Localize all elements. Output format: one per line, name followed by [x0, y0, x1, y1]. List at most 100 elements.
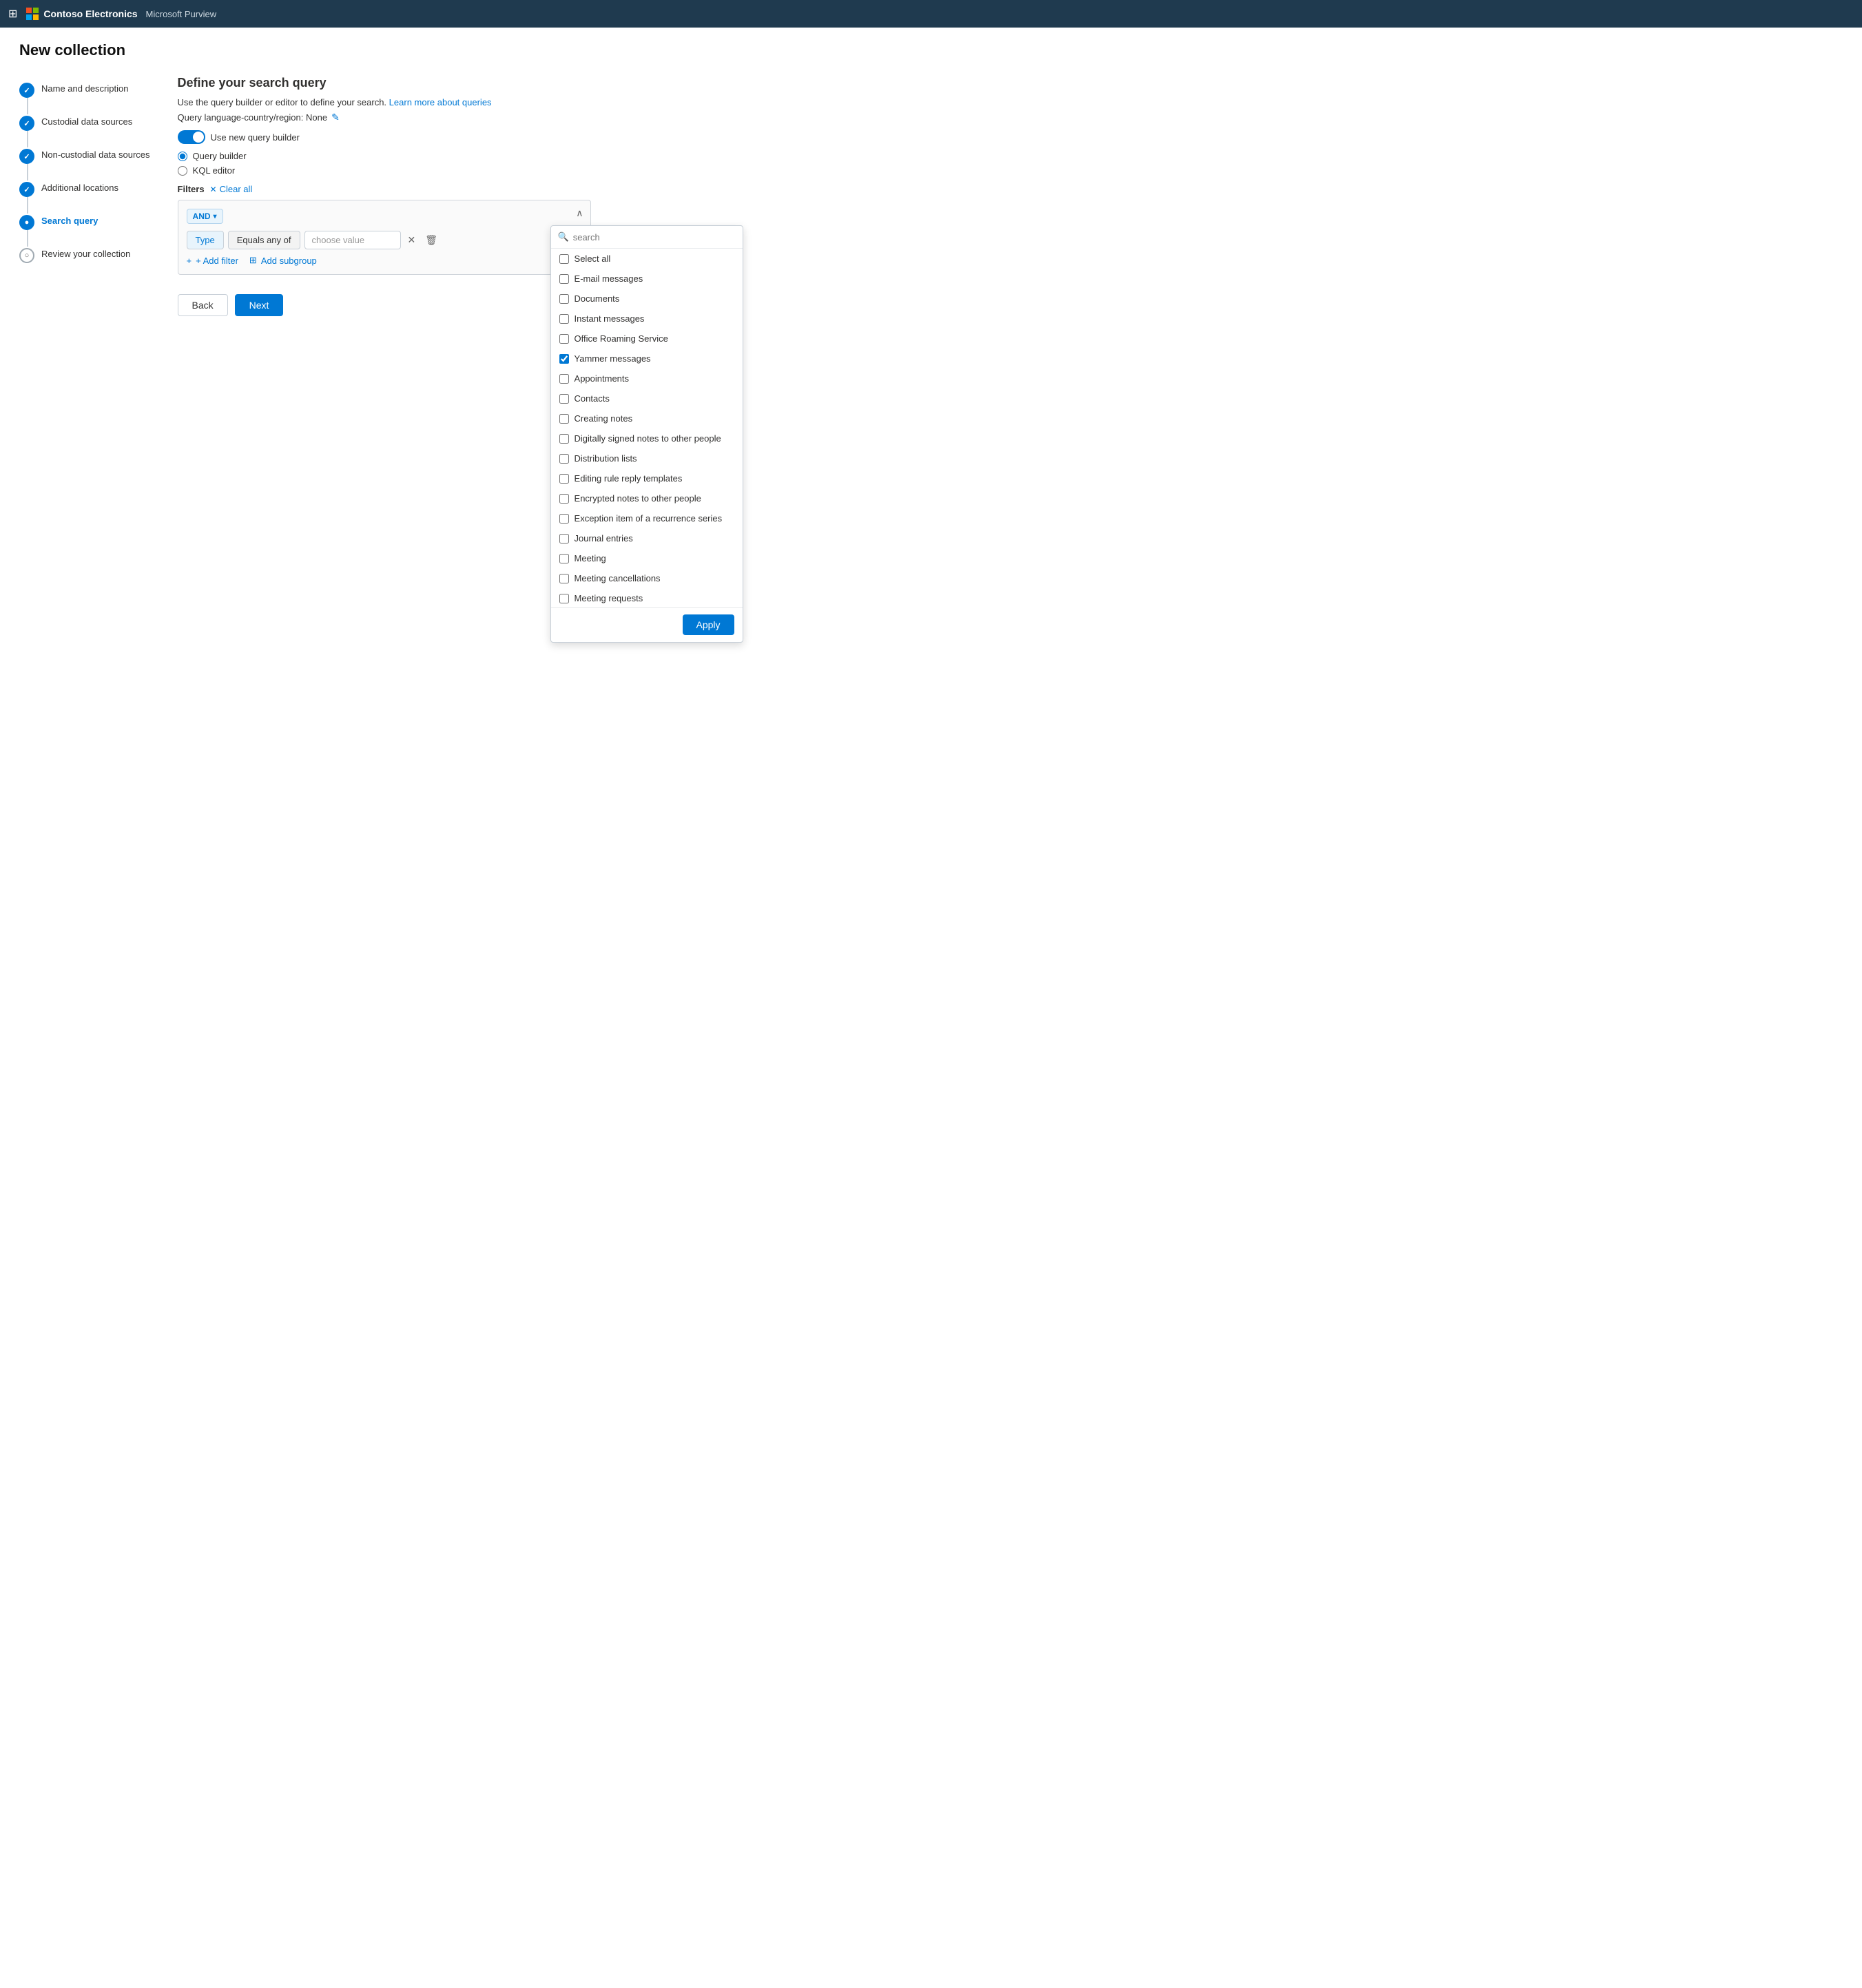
and-badge[interactable]: AND ▾ [187, 209, 223, 224]
page-title: New collection [19, 41, 1843, 59]
add-subgroup-link[interactable]: ⊞ Add subgroup [249, 255, 317, 266]
chevron-down-icon: ▾ [214, 213, 217, 220]
apply-button[interactable]: Apply [683, 614, 734, 635]
dropdown-search-row: 🔍 [551, 226, 743, 249]
step-connector-1 [27, 98, 28, 114]
dropdown-item-label-digitally-signed: Digitally signed notes to other people [575, 433, 721, 444]
radio-query-builder[interactable] [178, 152, 187, 161]
dropdown-item-documents[interactable]: Documents [551, 289, 743, 309]
dropdown-item-journal-entries[interactable]: Journal entries [551, 528, 743, 548]
filter-value-input[interactable]: choose value [304, 231, 401, 249]
back-button[interactable]: Back [178, 294, 228, 316]
step-label-review: Review your collection [41, 247, 130, 259]
page: New collection ✓ Name and description ✓ … [0, 28, 1862, 330]
dropdown-item-label-instant-messages: Instant messages [575, 313, 645, 324]
dropdown-item-label-creating-notes: Creating notes [575, 413, 633, 424]
filter-operator-pill[interactable]: Equals any of [228, 231, 300, 249]
checkbox-journal-entries[interactable] [559, 534, 569, 543]
dropdown-item-email-messages[interactable]: E-mail messages [551, 269, 743, 289]
checkbox-yammer-messages[interactable] [559, 354, 569, 364]
dropdown-item-label-encrypted-notes: Encrypted notes to other people [575, 493, 701, 504]
checkbox-meeting[interactable] [559, 554, 569, 563]
dropdown-list: Select allE-mail messagesDocuments Instan… [551, 249, 743, 607]
learn-more-link[interactable]: Learn more about queries [389, 97, 492, 107]
dropdown-item-label-journal-entries: Journal entries [575, 533, 633, 543]
dropdown-item-creating-notes[interactable]: Creating notes [551, 408, 743, 428]
dropdown-item-meeting-requests[interactable]: Meeting requests [551, 588, 743, 607]
checkbox-office-roaming[interactable] [559, 334, 569, 344]
dropdown-item-yammer-messages[interactable]: Yammer messages [551, 349, 743, 369]
checkbox-contacts[interactable] [559, 394, 569, 404]
filter-type-pill[interactable]: Type [187, 231, 224, 249]
step-name-desc: ✓ Name and description [19, 81, 150, 98]
app-name: Microsoft Purview [146, 9, 217, 19]
dropdown-item-select-all[interactable]: Select all [551, 249, 743, 269]
dropdown-item-meeting[interactable]: Meeting [551, 548, 743, 568]
filters-row: Filters ✕ Clear all [178, 184, 591, 194]
radio-kql-row: KQL editor [178, 165, 591, 176]
value-dropdown-panel: 🔍 Select allE-mail messagesDocuments Inst… [550, 225, 743, 643]
step-connector-2 [27, 131, 28, 147]
step-label-custodial: Custodial data sources [41, 114, 132, 127]
step-connector-3 [27, 164, 28, 180]
checkbox-distribution-lists[interactable] [559, 454, 569, 464]
step-circle-search-query: ● [19, 215, 34, 230]
radio-query-builder-row: Query builder [178, 151, 591, 161]
step-circle-custodial: ✓ [19, 116, 34, 131]
dropdown-item-exception-item[interactable]: Exception item of a recurrence series [551, 508, 743, 528]
dropdown-item-distribution-lists[interactable]: Distribution lists [551, 448, 743, 468]
next-button[interactable]: Next [235, 294, 284, 316]
step-label-non-custodial: Non-custodial data sources [41, 147, 150, 160]
dropdown-item-contacts[interactable]: Contacts [551, 389, 743, 408]
dropdown-item-office-roaming[interactable]: Office Roaming Service [551, 329, 743, 349]
add-filter-link[interactable]: + + Add filter [187, 255, 238, 266]
edit-lang-icon[interactable]: ✎ [331, 112, 340, 123]
new-query-builder-toggle[interactable] [178, 130, 205, 144]
dropdown-item-label-editing-rule: Editing rule reply templates [575, 473, 683, 484]
plus-icon: + [187, 256, 192, 266]
checkbox-email-messages[interactable] [559, 274, 569, 284]
checkbox-meeting-requests[interactable] [559, 594, 569, 603]
step-custodial: ✓ Custodial data sources [19, 114, 150, 131]
dropdown-apply-row: Apply [551, 607, 743, 642]
main-content: Define your search query Use the query b… [178, 76, 591, 316]
checkbox-digitally-signed[interactable] [559, 434, 569, 444]
delete-filter-button[interactable]: 🗑 [422, 233, 440, 247]
checkbox-editing-rule[interactable] [559, 474, 569, 484]
add-row: + + Add filter ⊞ Add subgroup [187, 255, 582, 266]
dropdown-item-digitally-signed[interactable]: Digitally signed notes to other people [551, 428, 743, 448]
dropdown-item-label-yammer-messages: Yammer messages [575, 353, 651, 364]
checkbox-documents[interactable] [559, 294, 569, 304]
checkbox-meeting-cancellations[interactable] [559, 574, 569, 583]
checkbox-exception-item[interactable] [559, 514, 569, 524]
grid-icon[interactable]: ⊞ [8, 7, 17, 21]
checkbox-select-all[interactable] [559, 254, 569, 264]
clear-all-button[interactable]: ✕ Clear all [210, 184, 253, 194]
dropdown-item-meeting-cancellations[interactable]: Meeting cancellations [551, 568, 743, 588]
step-circle-name-desc: ✓ [19, 83, 34, 98]
collapse-button[interactable]: ∧ [576, 207, 583, 219]
checkbox-creating-notes[interactable] [559, 414, 569, 424]
radio-kql[interactable] [178, 166, 187, 176]
dropdown-item-instant-messages[interactable]: Instant messages [551, 309, 743, 329]
radio-query-builder-label[interactable]: Query builder [193, 151, 247, 161]
step-additional: ✓ Additional locations [19, 180, 150, 197]
checkbox-encrypted-notes[interactable] [559, 494, 569, 504]
clear-filter-button[interactable]: ✕ [405, 233, 419, 247]
checkbox-instant-messages[interactable] [559, 314, 569, 324]
dropdown-item-encrypted-notes[interactable]: Encrypted notes to other people [551, 488, 743, 508]
filters-label: Filters [178, 184, 205, 194]
layout: ✓ Name and description ✓ Custodial data … [19, 76, 1843, 316]
radio-kql-label[interactable]: KQL editor [193, 165, 236, 176]
section-desc: Use the query builder or editor to defin… [178, 97, 591, 107]
checkbox-appointments[interactable] [559, 374, 569, 384]
step-label-name-desc: Name and description [41, 81, 128, 94]
dropdown-item-label-meeting-requests: Meeting requests [575, 593, 643, 603]
search-icon: 🔍 [558, 231, 569, 242]
dropdown-item-appointments[interactable]: Appointments [551, 369, 743, 389]
dropdown-item-editing-rule[interactable]: Editing rule reply templates [551, 468, 743, 488]
step-review: ○ Review your collection [19, 247, 150, 263]
bottom-nav: Back Next [178, 294, 591, 316]
dropdown-item-label-distribution-lists: Distribution lists [575, 453, 637, 464]
dropdown-search-input[interactable] [573, 232, 736, 242]
